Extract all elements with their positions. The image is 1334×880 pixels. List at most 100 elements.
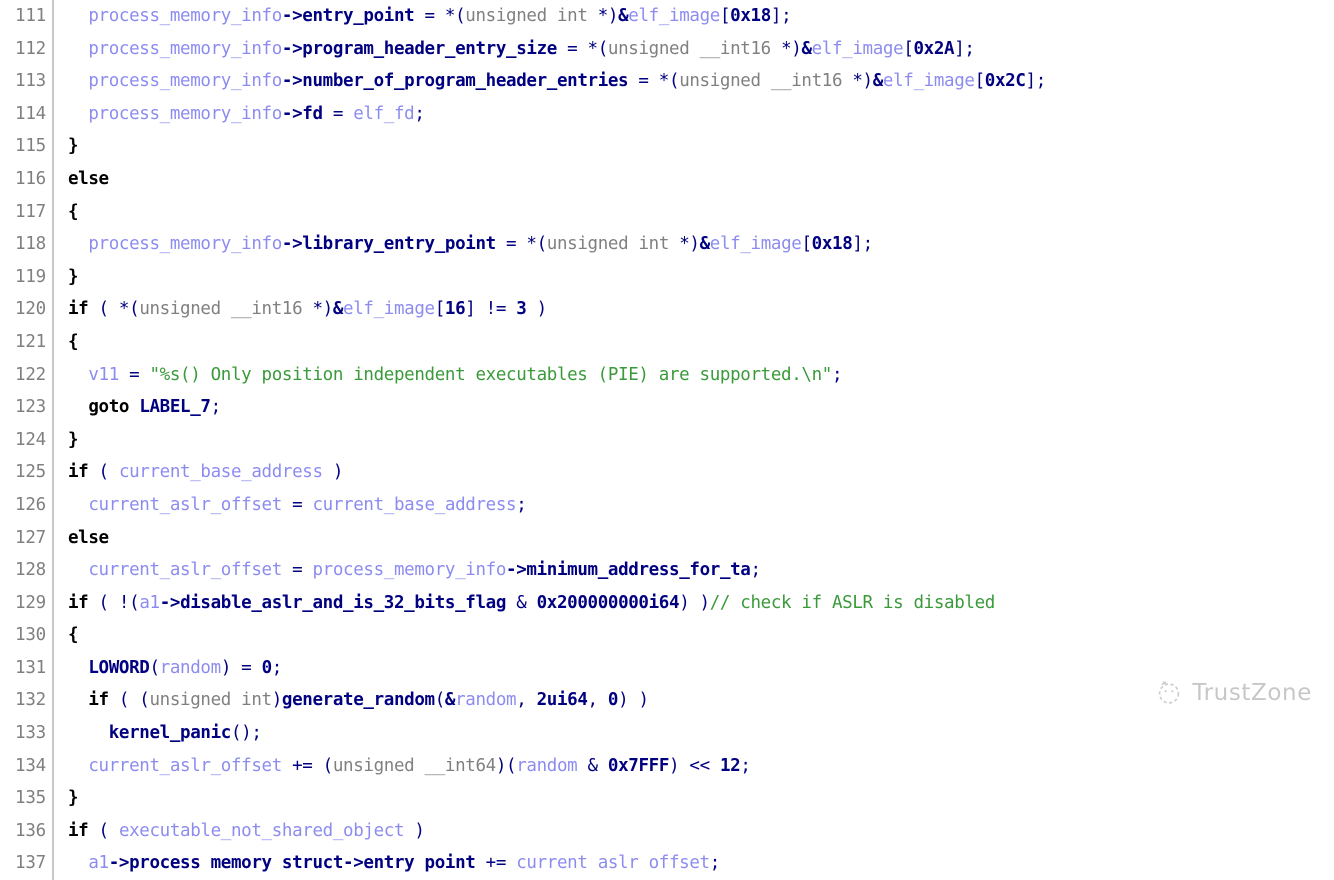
code-token: ; [709, 853, 721, 874]
code-line[interactable]: 116 else [0, 162, 1334, 196]
pseudocode-editor[interactable]: 111 process_memory_info->entry_point = *… [0, 0, 1334, 880]
code-token: 3 [516, 299, 527, 320]
code-line[interactable]: 133 kernel_panic(); [0, 717, 1334, 750]
code-token: library_entry_point [302, 234, 496, 255]
code-token: random [159, 657, 221, 678]
code-line[interactable]: 120 if ( *(unsigned __int16 *)&elf_image[… [0, 293, 1334, 326]
code-token: *) [852, 71, 873, 92]
code-line[interactable]: 117 { [0, 195, 1334, 229]
code-token: elf_image [882, 71, 975, 92]
code-line[interactable]: 124} [0, 423, 1334, 457]
code-line[interactable]: 114 process_memory_info->fd = elf_fd; [0, 97, 1334, 131]
code-token: 2ui64 [536, 690, 588, 711]
code-token: "%s() Only position independent executab… [149, 364, 833, 385]
code-token: = [118, 364, 150, 385]
code-line[interactable]: 112 process_memory_info->program_header_… [0, 32, 1334, 66]
code-token: & [618, 6, 629, 26]
code-token: -> [281, 71, 303, 92]
code-token: [ [974, 71, 986, 92]
code-token: ] != [465, 299, 517, 320]
code-token: , [587, 690, 608, 711]
code-token: } [68, 266, 79, 287]
code-line[interactable]: 122 v11 = "%s() Only position independen… [0, 358, 1334, 392]
code-line[interactable]: 123 goto LABEL_7; [0, 391, 1334, 424]
code-token: number_of_program_header_entries [302, 71, 629, 92]
code-token: 0 [261, 657, 273, 678]
code-token: += [475, 853, 517, 874]
code-token: *) [679, 234, 700, 255]
code-line[interactable]: 126 current_aslr_offset = current_base_a… [0, 488, 1334, 522]
code-line[interactable]: 134 current_aslr_offset += (unsigned __i… [0, 749, 1334, 783]
code-token: } [68, 429, 79, 450]
line-number: 124 [14, 429, 46, 450]
code-token: executable_not_shared_object [118, 820, 405, 841]
code-token: current_base_address [312, 494, 517, 515]
code-token: = *( [495, 234, 547, 255]
code-line-text: process_memory_info->fd = elf_fd; [54, 98, 425, 131]
code-token: -> [281, 234, 303, 255]
code-line[interactable]: 130 { [0, 619, 1334, 652]
code-line[interactable]: 113 process_memory_info->number_of_progr… [0, 65, 1334, 98]
code-token: current_base_address [118, 462, 323, 483]
code-token: & [801, 38, 812, 59]
code-line-text: a1->process memory struct->entry point +… [54, 847, 720, 880]
code-token: current_aslr_offset [88, 560, 282, 581]
code-token: ( [434, 690, 446, 711]
code-line[interactable]: 137 a1->process memory struct->entry poi… [0, 847, 1334, 880]
line-number: 120 [14, 299, 46, 320]
code-token: // check if ASLR is disabled [709, 592, 996, 613]
code-token: process_memory_info [88, 71, 282, 92]
code-token: ]; [1025, 71, 1047, 92]
code-line[interactable]: 121 { [0, 325, 1334, 359]
line-number: 122 [14, 364, 46, 385]
code-line-text: process_memory_info->program_header_entr… [54, 33, 975, 66]
code-line-text: v11 = "%s() Only position independent ex… [54, 359, 842, 392]
code-line[interactable]: 119} [0, 260, 1334, 294]
code-token: -> [281, 38, 303, 59]
code-line[interactable]: 127 else [0, 521, 1334, 555]
line-number: 118 [14, 234, 46, 255]
code-line[interactable]: 125 if ( current_base_address ) [0, 456, 1334, 489]
code-token: unsigned int [546, 234, 680, 255]
code-line[interactable]: 118 process_memory_info->library_entry_p… [0, 228, 1334, 261]
code-token: ; [831, 364, 843, 385]
code-token: ; [271, 657, 283, 678]
code-line[interactable]: 135} [0, 782, 1334, 815]
code-line[interactable]: 129 if ( !(a1->disable_aslr_and_is_32_bit… [0, 586, 1334, 620]
code-token: else [68, 527, 109, 548]
code-token: ) [526, 299, 548, 320]
code-token: -> [343, 853, 364, 874]
code-line[interactable]: 128 current_aslr_offset = process_memory… [0, 554, 1334, 587]
code-token: ( [88, 820, 119, 841]
code-line[interactable]: 132 if ( (unsigned int)generate_random(&… [0, 684, 1334, 718]
code-line-text: { [54, 619, 79, 652]
code-token: unsigned int [465, 6, 598, 26]
code-line[interactable]: 136 if ( executable_not_shared_object ) [0, 814, 1334, 848]
line-number: 132 [14, 690, 46, 711]
code-token: ]; [852, 234, 873, 255]
code-token: LOWORD [88, 657, 150, 678]
line-number: 135 [14, 788, 46, 809]
code-token: & [444, 690, 456, 711]
code-line-text: if ( current_base_address ) [54, 456, 343, 489]
code-line[interactable]: 131 LOWORD(random) = 0; [0, 651, 1334, 685]
line-number: 133 [14, 723, 46, 744]
code-token: , [516, 690, 537, 711]
code-token: if [68, 299, 89, 320]
code-token: *) [597, 6, 619, 26]
code-token: ; [516, 494, 527, 515]
code-line[interactable]: 111 process_memory_info->entry_point = *… [0, 0, 1334, 33]
line-number: 123 [14, 397, 46, 418]
code-token: generate_random [281, 690, 435, 711]
code-token: ( [149, 657, 161, 678]
code-token: & [699, 234, 711, 255]
code-token: ; [740, 755, 751, 776]
code-line-text: if ( executable_not_shared_object ) [54, 815, 425, 848]
line-number: 129 [14, 592, 46, 613]
code-line[interactable]: 115} [0, 130, 1334, 163]
